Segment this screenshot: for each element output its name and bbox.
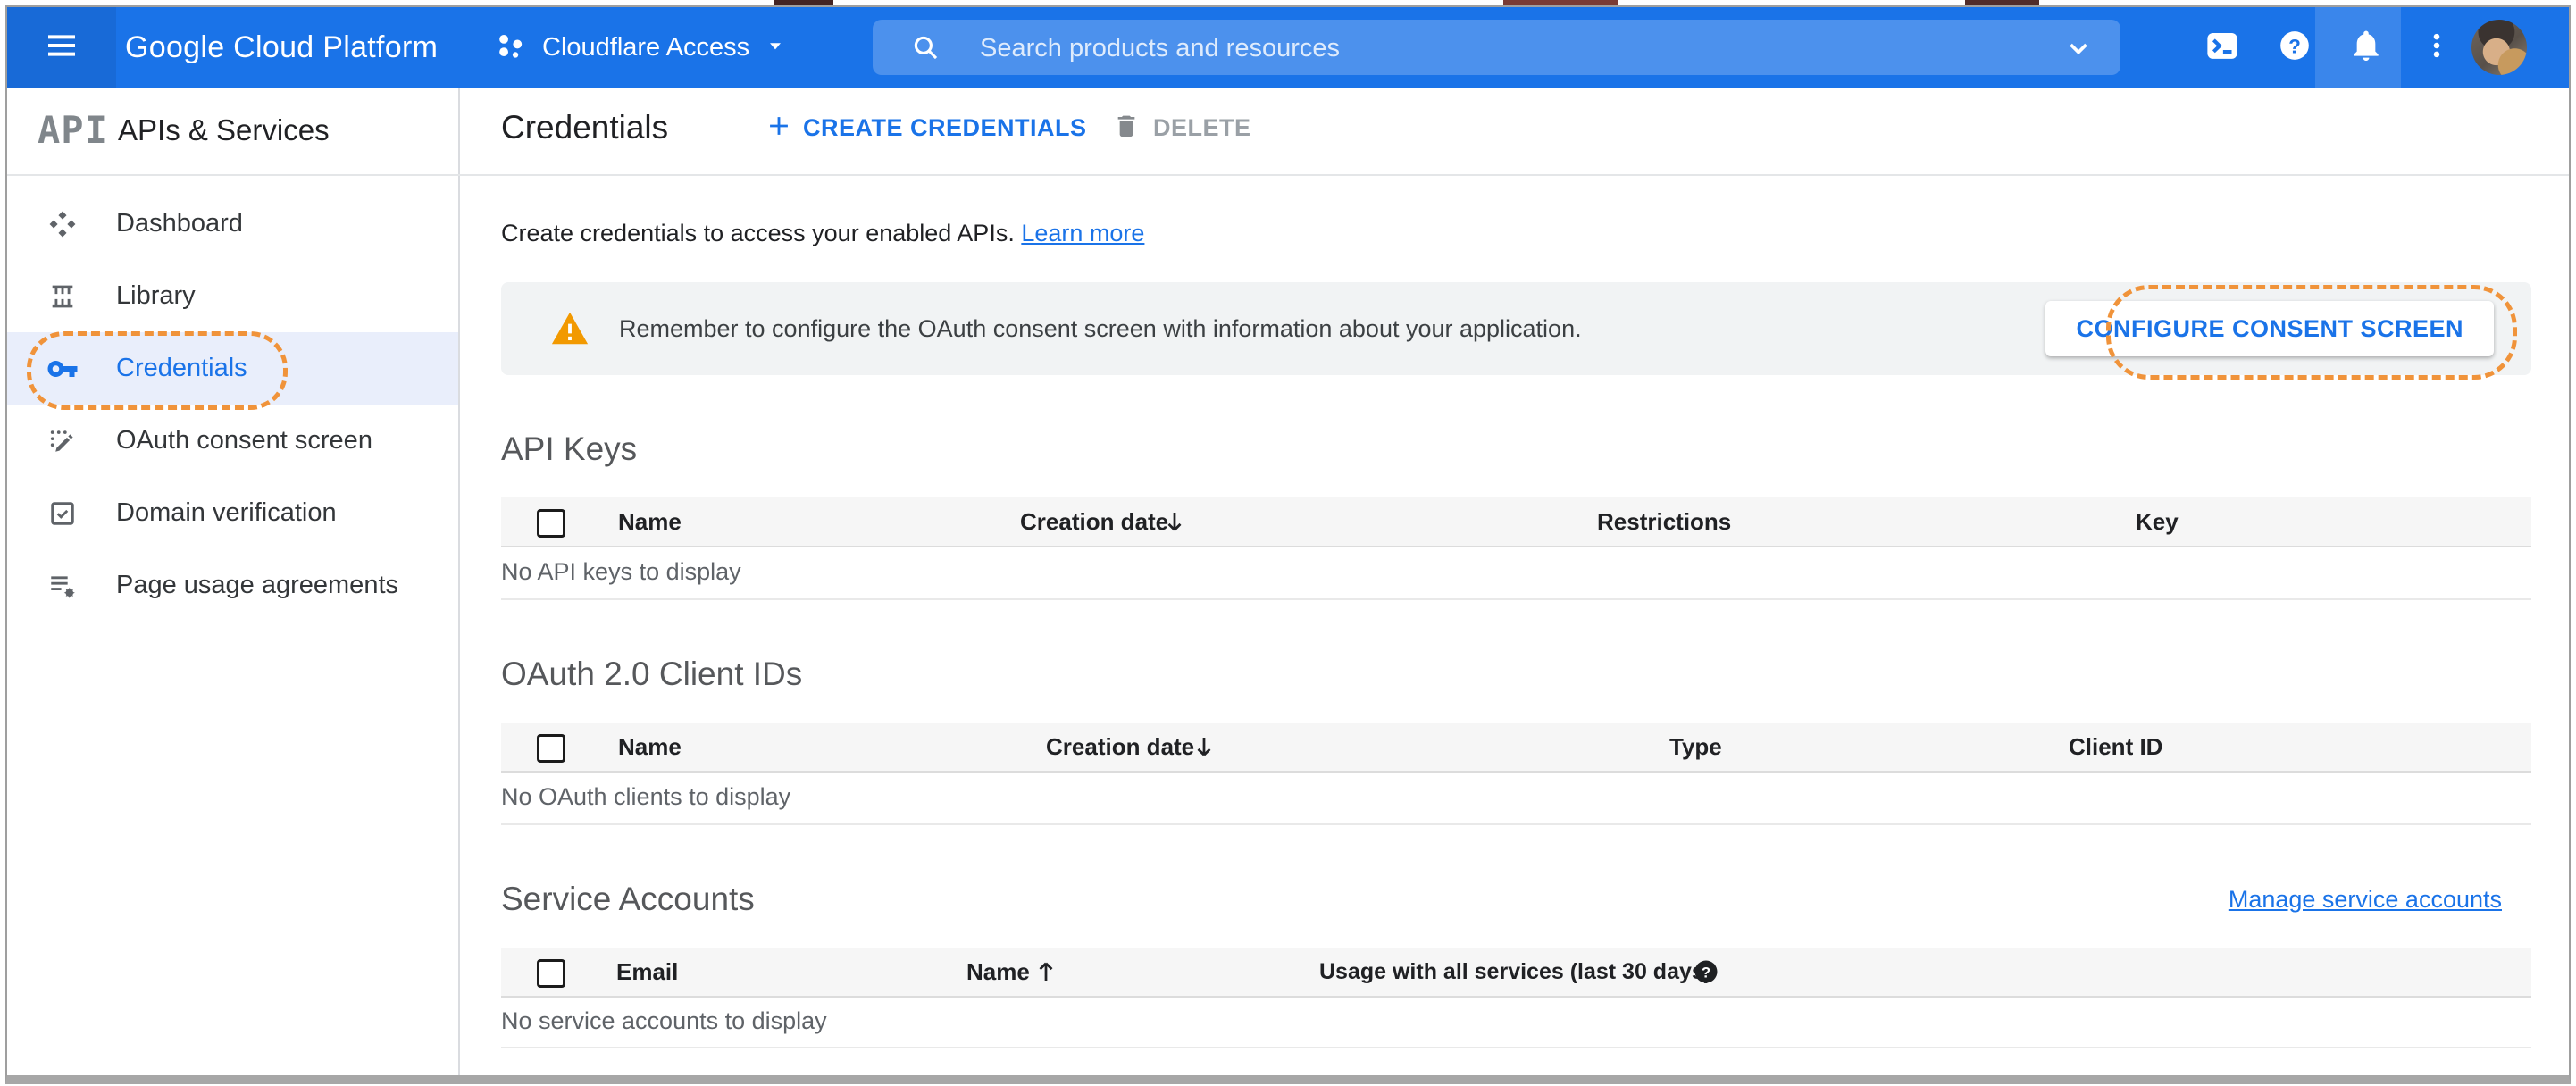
- oauth-empty-row: No OAuth clients to display: [501, 771, 2531, 825]
- configure-consent-screen-button[interactable]: CONFIGURE CONSENT SCREEN: [2045, 301, 2494, 356]
- top-app-bar: Google Cloud Platform Cloudflare Access …: [7, 7, 2569, 88]
- project-selector[interactable]: Cloudflare Access: [494, 7, 787, 88]
- oauth-header-row: Name Creation date Type Client ID: [501, 723, 2531, 773]
- warning-icon: [549, 308, 590, 354]
- warning-text: Remember to configure the OAuth consent …: [619, 315, 1582, 342]
- terminal-icon: [2204, 27, 2241, 69]
- notifications-button[interactable]: [2338, 7, 2394, 88]
- manage-service-accounts-link[interactable]: Manage service accounts: [2229, 879, 2502, 920]
- column-header-name[interactable]: Name: [618, 497, 682, 546]
- api-keys-title: API Keys: [501, 430, 638, 467]
- sidebar-item-label: Credentials: [116, 354, 247, 382]
- oauth-warning-banner: Remember to configure the OAuth consent …: [501, 282, 2531, 380]
- bell-icon: [2348, 28, 2384, 68]
- service-accounts-title: Service Accounts: [501, 881, 755, 917]
- api-keys-empty-row: No API keys to display: [501, 546, 2531, 600]
- column-header-key[interactable]: Key: [2136, 497, 2179, 546]
- api-keys-header-row: Name Creation date Restrictions Key: [501, 497, 2531, 547]
- svg-text:?: ?: [2288, 35, 2301, 57]
- delete-button[interactable]: DELETE: [1112, 88, 1251, 168]
- oauth-title: OAuth 2.0 Client IDs: [501, 656, 803, 692]
- hamburger-menu-button[interactable]: [7, 7, 116, 88]
- usage-help-icon[interactable]: ?: [1693, 958, 1719, 990]
- screen-edge-artifact: [774, 0, 833, 5]
- create-credentials-button[interactable]: CREATE CREDENTIALS: [764, 88, 1087, 168]
- main-content: Credentials CREATE CREDENTIALS DELETE Cr…: [460, 88, 2569, 1077]
- cloud-shell-button[interactable]: [2195, 7, 2250, 88]
- help-button[interactable]: ?: [2267, 7, 2322, 88]
- sidebar-item-domain-verification[interactable]: Domain verification: [7, 477, 458, 549]
- hamburger-icon: [41, 28, 82, 68]
- service-accounts-empty-row: No service accounts to display: [501, 996, 2531, 1048]
- screen-edge-artifact: [1503, 0, 1618, 5]
- page-usage-agreements-icon: [46, 570, 79, 602]
- sidebar-item-label: Dashboard: [116, 209, 243, 238]
- intro-text: Create credentials to access your enable…: [501, 213, 1144, 254]
- header-divider: [7, 174, 2569, 176]
- search-bar: [873, 20, 2120, 77]
- column-header-name[interactable]: Name: [618, 723, 682, 771]
- screen-edge-artifact: [1965, 0, 2039, 5]
- trash-icon: [1112, 111, 1141, 146]
- column-header-email[interactable]: Email: [616, 948, 678, 996]
- select-all-checkbox[interactable]: [537, 509, 565, 538]
- sort-asc-icon[interactable]: [1033, 957, 1059, 990]
- account-avatar[interactable]: [2471, 20, 2527, 75]
- sidebar-item-library[interactable]: Library: [7, 260, 458, 332]
- column-header-restrictions[interactable]: Restrictions: [1597, 497, 1731, 546]
- key-icon: [46, 353, 79, 385]
- project-icon: [494, 29, 528, 67]
- column-header-creation-date[interactable]: Creation date: [1020, 497, 1168, 546]
- manage-service-accounts-label: Manage service accounts: [2228, 886, 2502, 913]
- plus-icon: [764, 111, 794, 146]
- learn-more-link[interactable]: Learn more: [1021, 220, 1144, 246]
- sidebar-item-credentials[interactable]: Credentials: [7, 331, 458, 410]
- sort-desc-icon[interactable]: [1191, 732, 1217, 765]
- dashboard-icon: [46, 208, 79, 240]
- intro-sentence: Create credentials to access your enable…: [501, 220, 1015, 246]
- more-options-button[interactable]: [2412, 7, 2462, 88]
- sidebar-item-label: Domain verification: [116, 498, 337, 527]
- sidebar-item-oauth-consent-screen[interactable]: OAuth consent screen: [7, 405, 458, 477]
- select-all-checkbox[interactable]: [537, 734, 565, 763]
- svg-text:?: ?: [1702, 964, 1710, 981]
- sidebar-item-page-usage-agreements[interactable]: Page usage agreements: [7, 549, 458, 622]
- column-header-client-id[interactable]: Client ID: [2069, 723, 2162, 771]
- sidebar-item-label: OAuth consent screen: [116, 426, 372, 455]
- sidebar-nav: Dashboard Library Credentials OAuth cons…: [7, 188, 458, 622]
- sidebar-item-dashboard[interactable]: Dashboard: [7, 188, 458, 260]
- column-header-name[interactable]: Name: [966, 948, 1030, 996]
- project-dropdown-icon: [764, 34, 787, 62]
- sidebar-divider: [458, 88, 460, 1077]
- gcp-logo[interactable]: Google Cloud Platform: [125, 7, 438, 88]
- domain-verification-icon: [46, 497, 79, 530]
- sort-desc-icon[interactable]: [1161, 507, 1188, 540]
- sidebar-title: APIs & Services: [118, 113, 330, 146]
- column-header-type[interactable]: Type: [1669, 723, 1722, 771]
- sidebar-item-label: Page usage agreements: [116, 571, 398, 599]
- search-input[interactable]: [978, 20, 2036, 77]
- sidebar: API APIs & Services Dashboard Library Cr…: [7, 88, 458, 1077]
- project-name: Cloudflare Access: [542, 32, 750, 62]
- help-icon: ?: [2277, 28, 2313, 68]
- consent-screen-icon: [46, 425, 79, 457]
- select-all-checkbox[interactable]: [537, 959, 565, 988]
- search-expand-chevron-icon[interactable]: [2063, 33, 2094, 68]
- service-accounts-header-row: Email Name Usage with all services (last…: [501, 948, 2531, 998]
- page-title: Credentials: [501, 109, 669, 146]
- column-header-usage[interactable]: Usage with all services (last 30 days): [1319, 948, 1711, 996]
- column-header-creation-date[interactable]: Creation date: [1046, 723, 1194, 771]
- kebab-menu-icon: [2421, 28, 2452, 68]
- library-icon: [46, 280, 79, 313]
- sidebar-item-label: Library: [116, 281, 196, 310]
- search-icon: [910, 32, 941, 67]
- api-product-logo: API: [38, 108, 108, 152]
